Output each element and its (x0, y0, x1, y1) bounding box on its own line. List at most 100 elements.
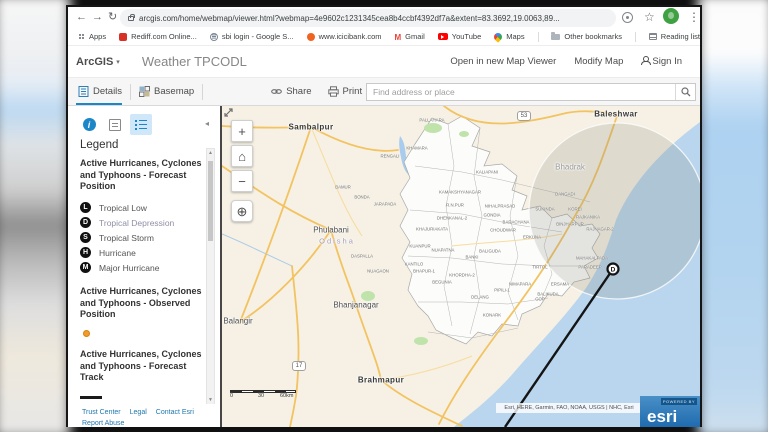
browser-menu-icon[interactable]: ⋮ (688, 11, 700, 23)
bookmark-rediff[interactable]: Rediff.com Online... (119, 32, 197, 41)
legal-link[interactable]: Legal (130, 409, 147, 416)
bookmark-star-icon[interactable]: ☆ (644, 11, 655, 23)
share-link-icon (271, 89, 283, 94)
bookmark-icici[interactable]: www.icicibank.com (306, 32, 382, 41)
bookmark-label: sbi login - Google S... (221, 32, 294, 41)
map-canvas[interactable]: D PALLAHARA KHAMARA RENGALI BAMUR BONDA JARAP… (222, 106, 700, 427)
basemap-label: Basemap (154, 86, 195, 97)
bookmark-label: YouTube (451, 32, 482, 41)
esri-wordmark: esri (647, 407, 678, 426)
home-button[interactable]: ⌂ (231, 145, 253, 167)
blurred-left-edge (0, 0, 70, 432)
reading-list-label: Reading list (660, 32, 700, 41)
details-icon (78, 86, 89, 97)
scroll-down-icon[interactable]: ▼ (207, 397, 214, 403)
tab-about[interactable]: i (78, 114, 100, 135)
other-bookmarks-button[interactable]: Other bookmarks (551, 31, 622, 41)
forward-icon[interactable]: → (92, 12, 103, 23)
page-action-icon[interactable] (622, 12, 633, 23)
modify-map-link[interactable]: Modify Map (574, 56, 623, 67)
search-button[interactable] (675, 84, 695, 100)
map-toolbar: Details Basemap Share Print ▾ Measure (68, 77, 700, 106)
major-hurricane-icon: M (80, 262, 91, 274)
apps-button[interactable]: Apps (78, 32, 106, 41)
tab-content[interactable] (104, 114, 126, 135)
print-icon (327, 86, 339, 97)
panel-scrollbar[interactable]: ▲ ▼ (206, 148, 215, 405)
back-icon[interactable]: ← (76, 12, 87, 23)
bookmark-sbi[interactable]: sbi login - Google S... (209, 32, 294, 41)
person-icon (641, 56, 652, 65)
arcgis-logo[interactable]: ArcGIS (76, 56, 113, 68)
scale-bar: 0 30 60km (230, 390, 296, 400)
reading-list-button[interactable]: Reading list (648, 32, 700, 41)
bookmark-gmail[interactable]: M Gmail (394, 32, 425, 42)
report-abuse-link[interactable]: Report Abuse (82, 420, 124, 427)
print-label: Print (342, 86, 363, 97)
refresh-icon[interactable]: ↻ (108, 12, 117, 23)
bookmark-label: Gmail (405, 32, 425, 41)
tropical-depression-icon: D (80, 217, 91, 229)
bookmark-youtube[interactable]: YouTube (437, 32, 482, 41)
active-tab-underline (76, 102, 123, 105)
other-bookmarks-label: Other bookmarks (564, 32, 622, 41)
scale-tick: 60km (280, 393, 294, 399)
map-attribution: Esri, HERE, Garmin, FAO, NOAA, USGS | NH… (496, 403, 642, 413)
youtube-favicon (437, 33, 448, 40)
lock-icon (128, 13, 135, 21)
bookmark-maps[interactable]: Maps (492, 30, 525, 43)
marker-letter: D (611, 267, 616, 274)
hurricane-icon: H (80, 247, 91, 259)
icici-favicon (306, 32, 315, 41)
address-bar[interactable]: arcgis.com/home/webmap/viewer.html?webma… (120, 9, 616, 27)
legend-section-title: Active Hurricanes, Cyclones and Typhoons… (80, 158, 202, 192)
sign-in-link[interactable]: Sign In (641, 56, 682, 67)
search-box (366, 83, 696, 101)
profile-avatar[interactable] (663, 8, 679, 24)
zoom-in-button[interactable]: + (231, 120, 253, 142)
content-icon (109, 118, 121, 131)
legend-section-observed-position: Active Hurricanes, Cyclones and Typhoons… (80, 286, 202, 338)
bookmark-label: Rediff.com Online... (131, 32, 197, 41)
legend-section-forecast-track: Active Hurricanes, Cyclones and Typhoons… (80, 349, 202, 400)
print-button[interactable]: Print ▾ (327, 78, 369, 105)
scale-tick: 0 (230, 393, 234, 399)
globe-favicon (209, 32, 218, 41)
panel-footer: Trust Center Legal Contact Esri Report Abu… (68, 404, 222, 427)
contact-esri-link[interactable]: Contact Esri (156, 409, 194, 416)
tab-legend[interactable] (130, 114, 152, 135)
trust-center-link[interactable]: Trust Center (82, 409, 121, 416)
url-text[interactable]: arcgis.com/home/webmap/viewer.html?webma… (139, 14, 560, 23)
collapse-panel-icon[interactable]: ◂ (205, 119, 209, 128)
divider (537, 31, 539, 42)
legend-item-label: Major Hurricane (99, 262, 160, 273)
basemap-button[interactable]: Basemap (139, 78, 194, 105)
chevron-down-icon: ▾ (116, 58, 120, 66)
scrollbar-thumb[interactable] (208, 161, 213, 241)
state-label: Odisha (319, 236, 355, 246)
observed-position-icon (83, 330, 90, 338)
search-input[interactable] (367, 84, 675, 100)
folder-icon (551, 31, 561, 40)
legend-section-forecast-position: Active Hurricanes, Cyclones and Typhoons… (80, 158, 202, 275)
info-icon: i (82, 118, 96, 131)
locate-button[interactable]: ⊕ (231, 200, 253, 222)
divider (634, 31, 636, 42)
legend-item: M Major Hurricane (80, 260, 202, 275)
expand-icon[interactable] (222, 106, 235, 119)
zoom-out-button[interactable]: − (231, 170, 253, 192)
legend-item-label: Tropical Low (99, 202, 147, 213)
open-in-new-map-viewer-link[interactable]: Open in new Map Viewer (450, 56, 556, 67)
gmail-favicon: M (394, 32, 402, 42)
maps-pin-icon (492, 30, 504, 43)
forecast-track-icon (80, 396, 102, 400)
scale-tick: 30 (258, 393, 265, 399)
esri-logo: POWERED BY esri (640, 396, 700, 427)
scroll-up-icon[interactable]: ▲ (207, 150, 214, 156)
tropical-low-icon: L (80, 202, 91, 214)
search-icon (680, 87, 690, 97)
reading-list-icon (648, 33, 657, 40)
share-button[interactable]: Share (271, 78, 312, 105)
rediff-favicon (119, 32, 128, 41)
details-button[interactable]: Details (76, 78, 123, 105)
